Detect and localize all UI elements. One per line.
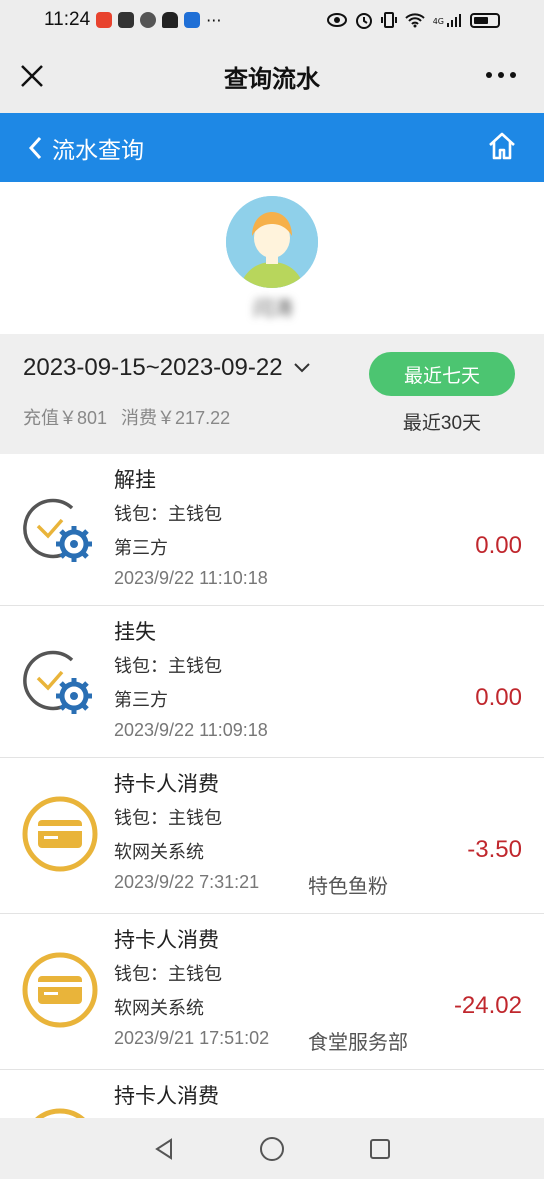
chevron-left-icon xyxy=(28,136,42,159)
status-right: 4G xyxy=(326,11,500,29)
transaction-merchant: 食堂服务部 xyxy=(308,1032,408,1054)
title-bar: 查询流水 xyxy=(0,40,544,113)
network-type: 4G xyxy=(432,17,444,26)
transaction-time: 2023/9/22 7:31:21 xyxy=(114,872,260,892)
transaction-amount: 0.00 xyxy=(475,532,522,559)
transaction-type: 持卡人消费 xyxy=(114,773,219,796)
transaction-row[interactable]: 解挂 钱包：主钱包 第三方 2023/9/22 11:10:18 0.00 xyxy=(0,454,544,606)
transaction-row[interactable]: 挂失 钱包：主钱包 第三方 2023/9/22 11:09:18 0.00 xyxy=(0,606,544,758)
status-bar: 11:24 ··· 4G xyxy=(0,0,544,40)
transaction-wallet: 钱包：主钱包 xyxy=(114,808,222,828)
nav-back-button[interactable] xyxy=(149,1134,179,1164)
wifi-icon xyxy=(405,13,425,28)
weibo-icon xyxy=(96,12,113,28)
alarm-icon xyxy=(355,13,372,29)
transaction-source: 第三方 xyxy=(114,538,168,558)
spend-total: 消费￥217.22 xyxy=(121,408,231,428)
notification-icon xyxy=(184,12,201,28)
nav-recents-button[interactable] xyxy=(365,1134,395,1164)
profile-section: 闫涛 xyxy=(0,182,544,334)
transaction-time: 2023/9/22 11:09:18 xyxy=(114,720,268,740)
circle-home-icon xyxy=(260,1136,284,1161)
header-title: 流水查询 xyxy=(52,136,144,163)
transaction-row[interactable]: 持卡人消费 钱包：主钱包 软网关系统 2023/9/21 17:51:02 食堂… xyxy=(0,914,544,1070)
home-icon[interactable] xyxy=(486,130,518,162)
filter-section: 2023-09-15~2023-09-22 充值￥801 消费￥217.22 最… xyxy=(0,334,544,454)
last-30-days-button[interactable]: 最近30天 xyxy=(369,406,515,436)
triangle-back-icon xyxy=(155,1137,172,1160)
transaction-amount: -3.50 xyxy=(467,836,522,863)
gear-check-icon xyxy=(20,642,100,722)
page-title: 查询流水 xyxy=(224,66,320,93)
battery-icon xyxy=(470,12,500,28)
back-button[interactable]: 流水查询 xyxy=(0,131,144,165)
transaction-source: 软网关系统 xyxy=(114,998,204,1018)
transaction-row[interactable]: 持卡人消费 xyxy=(0,1070,544,1118)
transaction-merchant: 特色鱼粉 xyxy=(308,876,388,898)
card-icon xyxy=(20,950,100,1030)
summary: 充值￥801 消费￥217.22 xyxy=(23,404,230,430)
app-icon xyxy=(140,12,157,28)
date-range-selector[interactable]: 2023-09-15~2023-09-22 xyxy=(23,354,311,382)
user-avatar-icon xyxy=(226,196,318,288)
last-7-days-button[interactable]: 最近七天 xyxy=(369,352,515,396)
transaction-type: 持卡人消费 xyxy=(114,929,219,952)
transaction-row[interactable]: 持卡人消费 钱包：主钱包 软网关系统 2023/9/22 7:31:21 特色鱼… xyxy=(0,758,544,914)
transaction-amount: 0.00 xyxy=(475,684,522,711)
qq-icon xyxy=(162,12,179,28)
transaction-time: 2023/9/22 11:10:18 xyxy=(114,568,268,588)
transaction-time: 2023/9/21 17:51:02 xyxy=(114,1028,270,1048)
nav-home-button[interactable] xyxy=(257,1134,287,1164)
eye-icon xyxy=(326,13,347,27)
card-icon xyxy=(20,1106,100,1118)
transaction-wallet: 钱包：主钱包 xyxy=(114,656,222,676)
avatar xyxy=(226,196,318,288)
gear-check-icon xyxy=(20,490,100,570)
recharge-total: 充值￥801 xyxy=(23,408,108,428)
wechat-icon xyxy=(118,12,135,28)
transaction-source: 软网关系统 xyxy=(114,842,204,862)
square-recents-icon xyxy=(370,1138,390,1159)
more-notifications-icon: ··· xyxy=(206,10,222,30)
transaction-amount: -24.02 xyxy=(453,992,522,1019)
signal-icon xyxy=(447,14,461,27)
transaction-list: 解挂 钱包：主钱包 第三方 2023/9/22 11:10:18 0.00 挂失… xyxy=(0,454,544,1118)
status-left: 11:24 ··· xyxy=(44,9,221,31)
status-time: 11:24 xyxy=(44,9,91,30)
transaction-type: 持卡人消费 xyxy=(114,1085,219,1108)
username: 闫涛 xyxy=(253,296,293,320)
vibrate-icon xyxy=(380,12,397,28)
more-options-icon[interactable] xyxy=(486,72,516,78)
chevron-down-icon xyxy=(293,363,310,373)
transaction-type: 解挂 xyxy=(114,469,156,492)
transaction-type: 挂失 xyxy=(114,621,156,644)
transaction-wallet: 钱包：主钱包 xyxy=(114,504,222,524)
app-header: 流水查询 xyxy=(0,113,544,182)
system-nav-bar xyxy=(0,1118,544,1179)
close-icon[interactable] xyxy=(18,62,46,90)
transaction-wallet: 钱包：主钱包 xyxy=(114,964,222,984)
card-icon xyxy=(20,794,100,874)
date-range-label: 2023-09-15~2023-09-22 xyxy=(23,354,283,381)
transaction-source: 第三方 xyxy=(114,690,168,710)
